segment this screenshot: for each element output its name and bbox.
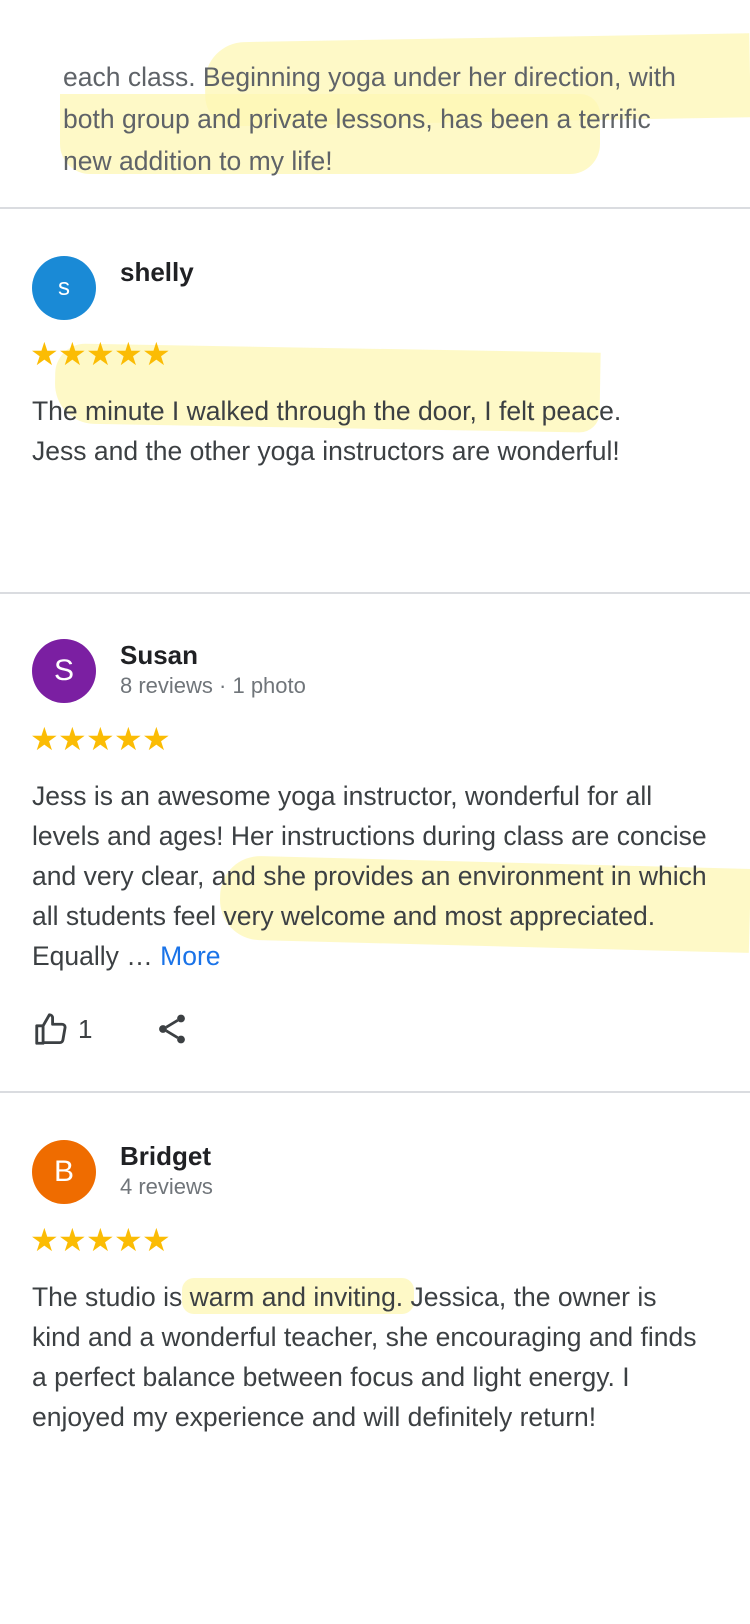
star-rating: ★ ★ ★ ★ ★	[30, 336, 171, 372]
star-rating: ★ ★ ★ ★ ★	[30, 721, 171, 757]
review-text-continued: each class. Beginning yoga under her dir…	[63, 62, 676, 176]
star-icon: ★	[58, 336, 87, 372]
like-button[interactable]: 1	[32, 1010, 92, 1048]
review-card: B Bridget 4 reviews ★ ★ ★ ★ ★ The studio…	[0, 1092, 750, 1512]
more-link[interactable]: More	[160, 941, 220, 971]
like-count: 1	[78, 1013, 93, 1044]
review-text: The minute I walked through the door, I …	[32, 396, 622, 466]
review-text: Jess is an awesome yoga instructor, wond…	[32, 776, 712, 976]
reviewer-name[interactable]: Susan	[120, 640, 198, 671]
review-text: The studio is warm and inviting. Jessica…	[32, 1282, 697, 1432]
thumbs-up-icon	[35, 1013, 67, 1045]
reviewer-meta[interactable]: 8 reviews · 1 photo	[120, 673, 306, 699]
star-rating: ★ ★ ★ ★ ★	[30, 1222, 171, 1258]
star-icon: ★	[114, 721, 143, 757]
avatar[interactable]: B	[32, 1140, 96, 1204]
share-icon	[159, 1014, 186, 1044]
star-icon: ★	[30, 721, 59, 757]
review-text-body: Jess is an awesome yoga instructor, wond…	[32, 781, 707, 971]
star-icon: ★	[58, 721, 87, 757]
reviewer-meta[interactable]: 4 reviews	[120, 1174, 213, 1200]
avatar[interactable]: s	[32, 256, 96, 320]
star-icon: ★	[114, 336, 143, 372]
star-icon: ★	[30, 336, 59, 372]
star-icon: ★	[142, 721, 171, 757]
star-icon: ★	[86, 336, 115, 372]
review-actions: 1	[32, 1010, 190, 1048]
star-icon: ★	[58, 1222, 87, 1258]
review-card: s shelly ★ ★ ★ ★ ★ The minute I walked t…	[0, 208, 750, 592]
review-card: S Susan 8 reviews · 1 photo ★ ★ ★ ★ ★ Je…	[0, 593, 750, 1091]
star-icon: ★	[86, 721, 115, 757]
star-icon: ★	[86, 1222, 115, 1258]
star-icon: ★	[30, 1222, 59, 1258]
reviews-page: each class. Beginning yoga under her dir…	[0, 0, 750, 1624]
reviewer-name[interactable]: shelly	[120, 257, 194, 288]
reviewer-name[interactable]: Bridget	[120, 1141, 211, 1172]
share-button[interactable]	[154, 1011, 190, 1047]
avatar[interactable]: S	[32, 639, 96, 703]
star-icon: ★	[142, 1222, 171, 1258]
star-icon: ★	[114, 1222, 143, 1258]
star-icon: ★	[142, 336, 171, 372]
